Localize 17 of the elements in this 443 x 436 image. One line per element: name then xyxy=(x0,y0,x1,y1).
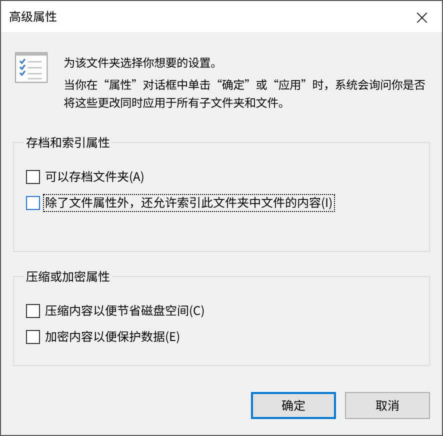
checkbox-label[interactable]: 除了文件属性外，还允许索引此文件夹中文件的内容(I) xyxy=(44,195,334,211)
dialog-button[interactable]: 确定 xyxy=(251,392,336,419)
window-title: 高级属性 xyxy=(9,8,58,25)
checkbox[interactable] xyxy=(26,196,40,210)
checkbox-label[interactable]: 压缩内容以便节省磁盘空间(C) xyxy=(44,303,206,319)
checkbox-label[interactable]: 可以存档文件夹(A) xyxy=(44,169,146,185)
checkbox[interactable] xyxy=(26,330,40,344)
group-title: 存档和索引属性 xyxy=(25,134,112,151)
group-title: 压缩或加密属性 xyxy=(25,268,112,285)
checkbox[interactable] xyxy=(26,304,40,318)
checklist-icon xyxy=(15,52,48,83)
checkbox-label[interactable]: 加密内容以便保护数据(E) xyxy=(44,329,182,345)
checkbox[interactable] xyxy=(26,170,40,184)
description-text: 当你在“属性”对话框中单击“确定”或“应用”时，系统会询问你是否将这些更改同时应用于所有子文件夹和文件。 xyxy=(64,76,426,112)
dialog-button[interactable]: 取消 xyxy=(345,392,430,419)
description-text: 为该文件夹选择你想要的设置。 xyxy=(64,54,223,72)
close-button[interactable]: × xyxy=(402,1,442,32)
